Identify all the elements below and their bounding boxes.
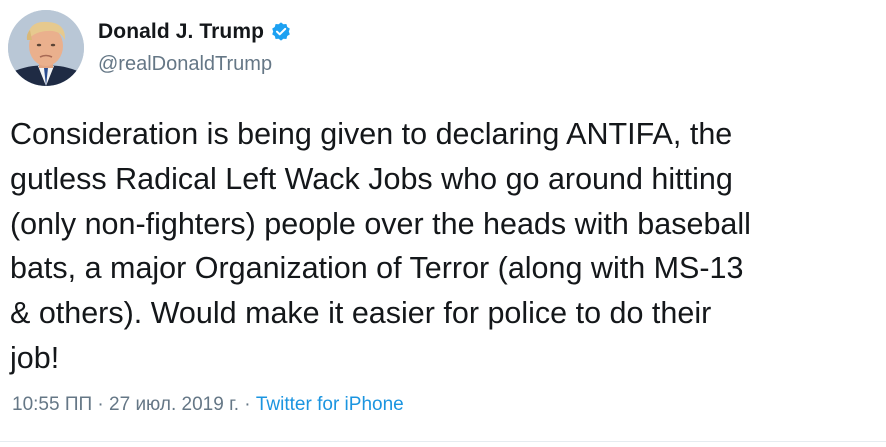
avatar[interactable] <box>8 10 84 86</box>
verified-badge-icon <box>270 21 292 43</box>
author-name-row: Donald J. Trump <box>98 20 292 44</box>
tweet-meta: 10:55 ПП · 27 июл. 2019 г. · Twitter for… <box>12 394 404 416</box>
tweet-date[interactable]: 27 июл. 2019 г. <box>109 394 239 415</box>
tweet-time[interactable]: 10:55 ПП <box>12 394 92 415</box>
tweet-source-link[interactable]: Twitter for iPhone <box>256 394 404 415</box>
divider <box>0 441 886 442</box>
meta-separator: · <box>92 394 110 415</box>
meta-separator: · <box>238 394 256 415</box>
author-handle[interactable]: @realDonaldTrump <box>98 53 272 76</box>
avatar-image <box>8 10 84 86</box>
tweet-text: Consideration is being given to declarin… <box>10 117 751 375</box>
tweet-card: Donald J. Trump @realDonaldTrump Conside… <box>0 0 886 447</box>
author-display-name[interactable]: Donald J. Trump <box>98 20 264 44</box>
